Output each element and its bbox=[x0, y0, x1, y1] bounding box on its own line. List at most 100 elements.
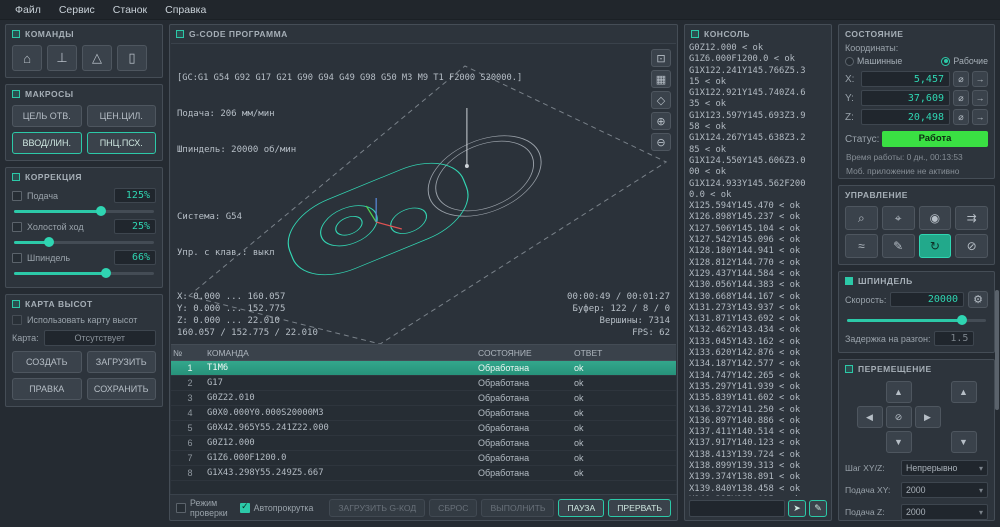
jog-feed-xy-select[interactable]: 2000 ▾ bbox=[901, 482, 988, 498]
heightmap-save-button[interactable]: СОХРАНИТЬ bbox=[87, 378, 157, 400]
checkbox-box bbox=[240, 503, 250, 513]
origin-button[interactable]: ⌖ bbox=[882, 206, 915, 230]
axis-label: Z: bbox=[845, 112, 858, 123]
slider-knob[interactable] bbox=[101, 268, 111, 278]
override-checkbox[interactable] bbox=[12, 253, 22, 263]
override-checkbox[interactable] bbox=[12, 222, 22, 232]
macro-input-line-button[interactable]: ВВОД/ЛИН. bbox=[12, 132, 82, 154]
abort-button[interactable]: ПРЕРВАТЬ bbox=[608, 499, 671, 517]
console-send-button[interactable]: ➤ bbox=[788, 500, 806, 517]
slider-knob[interactable] bbox=[957, 315, 967, 325]
zoom-out-button[interactable]: ⊖ bbox=[651, 133, 671, 151]
spindle-speed-slider[interactable] bbox=[847, 319, 986, 322]
table-row[interactable]: 7 G1Z6.000F1200.0 Обработана ok bbox=[171, 451, 676, 466]
console-scrollbar[interactable] bbox=[995, 290, 999, 410]
heightmap-edit-button[interactable]: ПРАВКА bbox=[12, 378, 82, 400]
table-body: 1 T1M6 Обработана ok 2 G17 Обработана ok bbox=[171, 361, 676, 481]
jog-y-minus-button[interactable]: ▼ bbox=[886, 431, 912, 453]
axis-goto-button[interactable]: → bbox=[972, 71, 988, 87]
console-line: G1X124.550Y145.606Z3.0 bbox=[689, 156, 827, 167]
override-checkbox[interactable] bbox=[12, 191, 22, 201]
axis-goto-button[interactable]: → bbox=[972, 109, 988, 125]
axis-zero-button[interactable]: ⌀ bbox=[953, 90, 969, 106]
panel-collapse-icon[interactable] bbox=[12, 90, 20, 98]
home-button[interactable]: ⌂ bbox=[12, 45, 42, 71]
safe-position-button[interactable]: △ bbox=[82, 45, 112, 71]
zoom-button[interactable]: ⌕ bbox=[845, 206, 878, 230]
menu-item[interactable]: Справка bbox=[156, 2, 215, 18]
spindle-toggle-button[interactable]: ↻ bbox=[919, 234, 952, 258]
console-edit-button[interactable]: ✎ bbox=[809, 500, 827, 517]
pause-button[interactable]: ПАУЗА bbox=[558, 499, 604, 517]
axis-goto-button[interactable]: → bbox=[972, 90, 988, 106]
slider-knob[interactable] bbox=[96, 206, 106, 216]
override-slider[interactable] bbox=[14, 241, 154, 244]
menu-item[interactable]: Сервис bbox=[50, 2, 104, 18]
jog-y-plus-button[interactable]: ▲ bbox=[886, 381, 912, 403]
use-heightmap-checkbox[interactable] bbox=[12, 315, 22, 325]
command-icon: ⌂ bbox=[23, 51, 31, 66]
menu-item[interactable]: Файл bbox=[6, 2, 50, 18]
mobile-app-button[interactable]: ▯ bbox=[117, 45, 147, 71]
override-slider[interactable] bbox=[14, 272, 154, 275]
table-row[interactable]: 6 G0Z12.000 Обработана ok bbox=[171, 436, 676, 451]
edit-button[interactable]: ✎ bbox=[882, 234, 915, 258]
fit-view-button[interactable]: ⊡ bbox=[651, 49, 671, 67]
probe-z-button[interactable]: ⊥ bbox=[47, 45, 77, 71]
heightmap-open-button[interactable]: ЗАГРУЗИТЬ bbox=[87, 351, 157, 373]
axis-zero-button[interactable]: ⌀ bbox=[953, 71, 969, 87]
override-slider[interactable] bbox=[14, 210, 154, 213]
table-row[interactable]: 8 G1X43.298Y55.249Z5.667 Обработана ok bbox=[171, 466, 676, 481]
power-button[interactable]: ◉ bbox=[919, 206, 952, 230]
panel-collapse-icon[interactable] bbox=[12, 30, 20, 38]
macro-center-cylinder-button[interactable]: ЦЕН.ЦИЛ. bbox=[87, 105, 157, 127]
unlock-button[interactable]: ⊘ bbox=[955, 234, 988, 258]
stats-button[interactable]: ≈ bbox=[845, 234, 878, 258]
panel-collapse-icon[interactable] bbox=[691, 30, 699, 38]
jog-stop-button[interactable]: ⊘ bbox=[886, 406, 912, 428]
jog-feed-xy-label: Подача XY: bbox=[845, 485, 897, 495]
table-row[interactable]: 3 G0Z22.010 Обработана ok bbox=[171, 391, 676, 406]
load-gcode-button[interactable]: ЗАГРУЗИТЬ G-КОД bbox=[329, 499, 425, 517]
spindle-enabled-checkbox[interactable] bbox=[845, 277, 853, 285]
table-row[interactable]: 4 G0X0.000Y0.000S20000M3 Обработана ok bbox=[171, 406, 676, 421]
coords-machine-radio[interactable]: Машинные bbox=[845, 56, 902, 66]
console-input[interactable] bbox=[689, 500, 785, 517]
table-row[interactable]: 5 G0X42.965Y55.241Z22.000 Обработана ok bbox=[171, 421, 676, 436]
reset-button[interactable]: СБРОС bbox=[429, 499, 477, 517]
zoom-in-button[interactable]: ⊕ bbox=[651, 112, 671, 130]
console-line: X130.056Y144.383 < ok bbox=[689, 280, 827, 291]
panel-collapse-icon[interactable] bbox=[12, 300, 20, 308]
panel-collapse-icon[interactable] bbox=[845, 365, 853, 373]
table-row[interactable]: 1 T1M6 Обработана ok bbox=[171, 361, 676, 376]
top-view-button[interactable]: ▦ bbox=[651, 70, 671, 88]
panel-collapse-icon[interactable] bbox=[12, 173, 20, 181]
parser-state-overlay: [GC:G1 G54 G92 G17 G21 G90 G94 G49 G98 G… bbox=[177, 48, 522, 283]
panel-title: КАРТА ВЫСОТ bbox=[25, 299, 93, 309]
jog-step-select[interactable]: Непрерывно ▾ bbox=[901, 460, 988, 476]
macro-center-hole-button[interactable]: ЦЕЛЬ ОТВ. bbox=[12, 105, 82, 127]
menu-item[interactable]: Станок bbox=[104, 2, 156, 18]
jog-x-minus-button[interactable]: ◀ bbox=[857, 406, 883, 428]
heightmap-create-button[interactable]: СОЗДАТЬ bbox=[12, 351, 82, 373]
slider-knob[interactable] bbox=[44, 237, 54, 247]
table-row[interactable]: 2 G17 Обработана ok bbox=[171, 376, 676, 391]
jog-z-plus-button[interactable]: ▲ bbox=[951, 381, 977, 403]
gc-line: [GC:G1 G54 G92 G17 G21 G90 G94 G49 G98 G… bbox=[177, 72, 522, 84]
spindle-settings-button[interactable]: ⚙ bbox=[968, 291, 988, 308]
axis-zero-button[interactable]: ⌀ bbox=[953, 109, 969, 125]
jog-feed-z-select[interactable]: 2000 ▾ bbox=[901, 504, 988, 520]
jog-mode-button[interactable]: ⇉ bbox=[955, 206, 988, 230]
macro-pnc-psh-button[interactable]: ПНЦ.ПСХ. bbox=[87, 132, 157, 154]
viewport-3d[interactable]: [GC:G1 G54 G92 G17 G21 G90 G94 G49 G98 G… bbox=[171, 43, 676, 344]
jog-z-minus-button[interactable]: ▼ bbox=[951, 431, 977, 453]
run-button[interactable]: ВЫПОЛНИТЬ bbox=[481, 499, 554, 517]
commands-panel: КОМАНДЫ ⌂⊥△▯ bbox=[5, 24, 163, 78]
check-mode-checkbox[interactable]: Режим проверки bbox=[176, 498, 232, 518]
isometric-view-button[interactable]: ◇ bbox=[651, 91, 671, 109]
coords-work-radio[interactable]: Рабочие bbox=[941, 56, 988, 66]
autoscroll-checkbox[interactable]: Автопрокрутка bbox=[240, 503, 314, 513]
panel-collapse-icon[interactable] bbox=[176, 30, 184, 38]
jog-x-plus-button[interactable]: ▶ bbox=[915, 406, 941, 428]
spindle-speed-field[interactable]: 20000 bbox=[890, 292, 964, 307]
